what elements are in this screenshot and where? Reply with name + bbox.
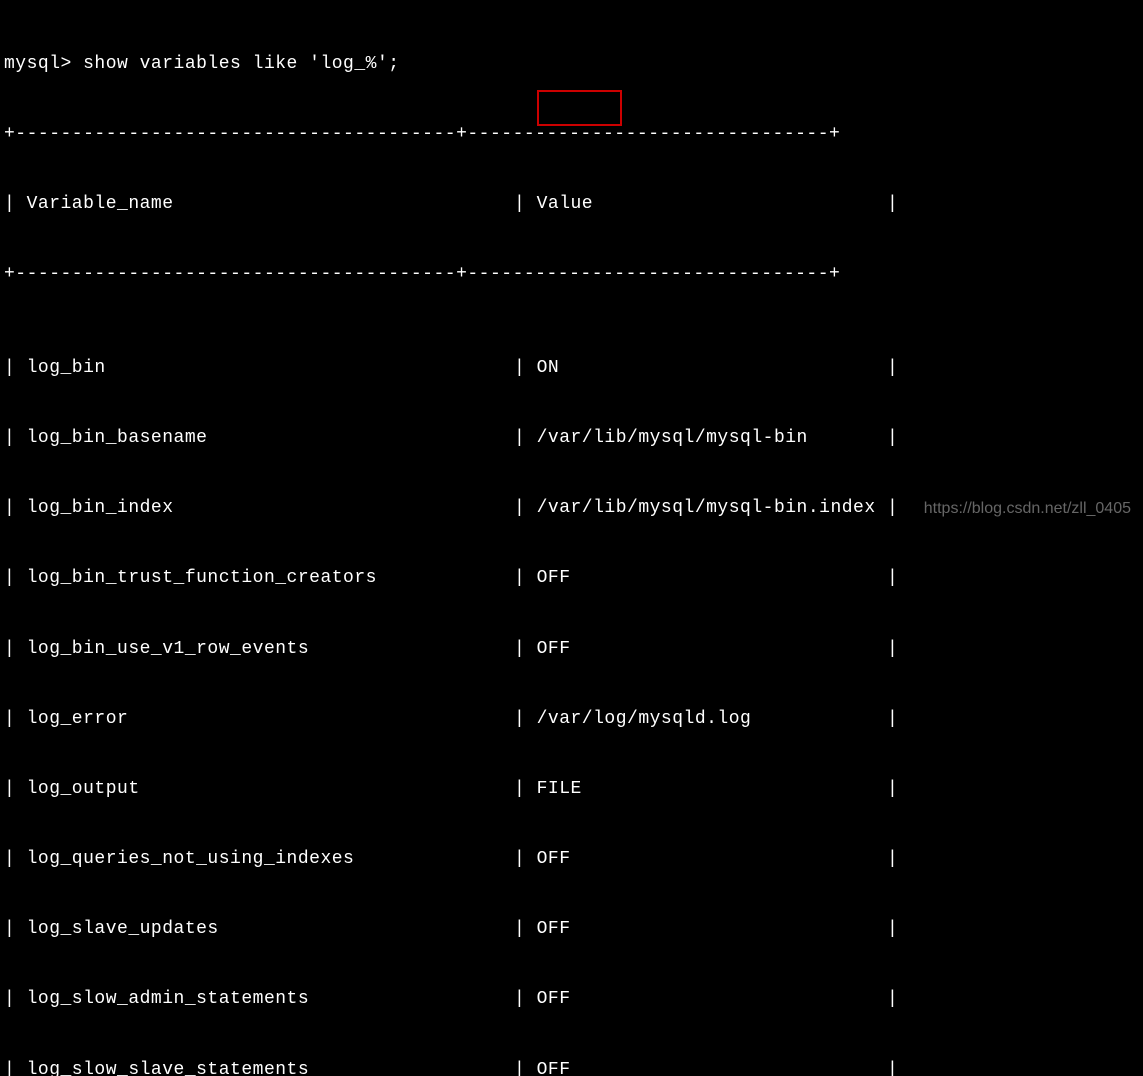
cell-value: | ON | (514, 357, 1139, 380)
table-row: | log_queries_not_using_indexes | OFF | (4, 848, 1139, 871)
table-header: | Variable_name | Value | (4, 193, 1139, 216)
cell-value: | FILE | (514, 778, 1139, 801)
cell-value: | OFF | (514, 567, 1139, 590)
cell-value: | /var/log/mysqld.log | (514, 708, 1139, 731)
watermark-text: https://blog.csdn.net/zll_0405 (924, 499, 1131, 520)
sql-command: mysql> show variables like 'log_%'; (4, 53, 1139, 76)
cell-variable: | log_error (4, 708, 514, 731)
table-row: | log_bin_basename | /var/lib/mysql/mysq… (4, 427, 1139, 450)
table-row: | log_slow_admin_statements | OFF | (4, 988, 1139, 1011)
table-border-mid: +---------------------------------------… (4, 263, 1139, 286)
table-row: | log_error | /var/log/mysqld.log | (4, 708, 1139, 731)
header-variable-name: | Variable_name (4, 193, 514, 216)
cell-variable: | log_bin_use_v1_row_events (4, 638, 514, 661)
table-row: | log_bin | ON | (4, 357, 1139, 380)
cell-variable: | log_bin_basename (4, 427, 514, 450)
cell-variable: | log_slave_updates (4, 918, 514, 941)
cell-value: | OFF | (514, 988, 1139, 1011)
table-row: | log_bin_trust_function_creators | OFF … (4, 567, 1139, 590)
cell-variable: | log_bin (4, 357, 514, 380)
table-row: | log_output | FILE | (4, 778, 1139, 801)
header-value: | Value | (514, 193, 1139, 216)
table-border-top: +---------------------------------------… (4, 123, 1139, 146)
cell-value: | OFF | (514, 848, 1139, 871)
cell-variable: | log_bin_trust_function_creators (4, 567, 514, 590)
table-row: | log_bin_use_v1_row_events | OFF | (4, 638, 1139, 661)
cell-value: | /var/lib/mysql/mysql-bin | (514, 427, 1139, 450)
cell-value: | OFF | (514, 1059, 1139, 1076)
cell-variable: | log_bin_index (4, 497, 514, 520)
table-row: | log_slow_slave_statements | OFF | (4, 1059, 1139, 1076)
cell-value: | OFF | (514, 918, 1139, 941)
cell-variable: | log_slow_slave_statements (4, 1059, 514, 1076)
cell-variable: | log_queries_not_using_indexes (4, 848, 514, 871)
cell-value: | OFF | (514, 638, 1139, 661)
table-row: | log_slave_updates | OFF | (4, 918, 1139, 941)
cell-variable: | log_output (4, 778, 514, 801)
terminal-output: mysql> show variables like 'log_%'; +---… (4, 6, 1139, 1076)
cell-variable: | log_slow_admin_statements (4, 988, 514, 1011)
